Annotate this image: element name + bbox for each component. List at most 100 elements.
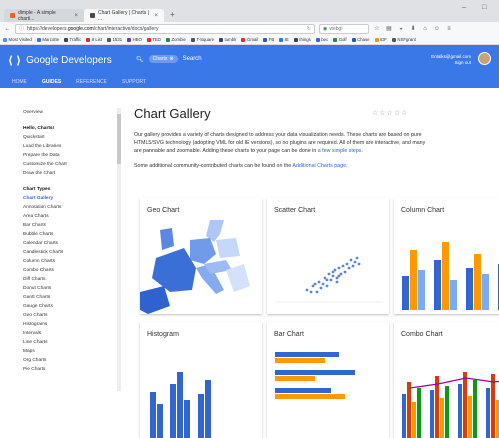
home-icon[interactable]: ⌂ (421, 26, 429, 32)
combo-bar (435, 376, 439, 438)
dimple-favicon-icon (10, 13, 15, 18)
sidebar-item[interactable]: Gantt Charts (18, 293, 117, 302)
pocket-icon[interactable]: ◒ (397, 26, 405, 32)
nav-guides[interactable]: GUIDES (42, 79, 62, 90)
bar (275, 394, 345, 399)
bookmark-item[interactable]: 1531 (107, 37, 122, 42)
sidebar-item[interactable]: Bar Charts (18, 221, 117, 230)
sidebar-item[interactable]: Chart Gallery (18, 194, 117, 203)
sidebar-item[interactable]: Calendar Charts (18, 239, 117, 248)
sidebar-scrollbar[interactable] (117, 108, 121, 391)
scatter-chart-card[interactable]: Scatter Chart (267, 198, 389, 314)
bookmark-item[interactable]: Chase (351, 37, 370, 42)
bookmark-item[interactable]: 8 List (86, 37, 102, 42)
rating-stars[interactable]: ☆☆☆☆☆ (372, 109, 408, 117)
browser-search-box[interactable]: ◉ webgi (319, 23, 369, 34)
bookmark-item[interactable]: Gmail (241, 37, 258, 42)
nav-home[interactable]: HOME (12, 79, 27, 90)
bar-chart-card[interactable]: Bar Chart (267, 322, 389, 438)
bookmark-item[interactable]: NSFgrant (391, 37, 416, 42)
sidebar-item[interactable]: Candlestick Charts (18, 248, 117, 257)
sidebar-item[interactable]: Maps (18, 347, 117, 356)
simple-steps-link[interactable]: a few simple steps (318, 148, 362, 154)
bookmark-item[interactable]: TED (146, 37, 161, 42)
sidebar-item[interactable]: Geo Charts (18, 311, 117, 320)
sync-icon[interactable]: ☺ (433, 26, 441, 32)
bookmark-item[interactable]: Golf (333, 37, 347, 42)
sidebar-item[interactable]: Area Charts (18, 212, 117, 221)
bar (275, 376, 315, 381)
scatter-point (313, 282, 317, 286)
nav-reference[interactable]: REFERENCE (76, 79, 107, 90)
sidebar-item[interactable]: Annotation Charts (18, 203, 117, 212)
sign-out-link[interactable]: Sign out (431, 60, 471, 66)
sidebar-item[interactable]: Draw the Chart (18, 169, 117, 178)
sidebar-item[interactable]: Org Charts (18, 356, 117, 365)
chip-close-icon[interactable]: ⊗ (169, 56, 173, 62)
scatter-point (323, 276, 327, 280)
bookmark-item[interactable]: bec (315, 37, 328, 42)
scrollbar-thumb[interactable] (117, 114, 121, 164)
browser-tab-dimple[interactable]: dimple - A simple charti... × (4, 9, 84, 22)
column-chart-card[interactable]: Column Chart (394, 198, 499, 314)
sidebar-item[interactable]: Column Charts (18, 257, 117, 266)
bookmark-item[interactable]: T-Square (190, 37, 214, 42)
sidebar-item[interactable]: Quickstart (18, 133, 117, 142)
close-tab-icon[interactable]: × (154, 13, 158, 19)
bookmark-item[interactable]: Traffic (64, 37, 81, 42)
google-developers-logo[interactable]: ⟨ ⟩ Google Developers (8, 54, 112, 67)
bookmark-item[interactable]: Zombie (166, 37, 186, 42)
geo-chart-card[interactable]: Geo Chart (140, 198, 262, 314)
additional-charts-link[interactable]: Additional Charts page (292, 163, 346, 169)
sidebar-item[interactable]: Customize the Chart (18, 160, 117, 169)
sidebar-item[interactable]: Pie Charts (18, 365, 117, 374)
sidebar-item[interactable]: Line Charts (18, 338, 117, 347)
scatter-point (335, 280, 339, 284)
bookmark-item[interactable]: HBO (127, 37, 142, 42)
download-icon[interactable]: ⬇ (409, 25, 417, 32)
column-bar (410, 250, 417, 310)
sidebar-item[interactable]: Histograms (18, 320, 117, 329)
menu-icon[interactable]: ≡ (445, 26, 453, 32)
column-bar (418, 270, 425, 310)
maximize-window-button[interactable]: □ (482, 4, 486, 11)
bookmark-label: 1531 (112, 37, 123, 42)
info-icon[interactable]: ⓘ (19, 25, 24, 32)
bookmark-favicon-icon (107, 37, 112, 42)
reload-icon[interactable]: ↻ (307, 26, 311, 32)
bookmark-item[interactable]: tumblr (219, 37, 236, 42)
address-bar[interactable]: ⓘ https://developers.google.com/chart/in… (15, 23, 315, 34)
scatter-point (309, 290, 313, 294)
sidebar-item[interactable]: Combo Charts (18, 266, 117, 275)
developers-brackets-icon: ⟨ ⟩ (8, 55, 22, 67)
new-tab-button[interactable]: + (170, 10, 175, 19)
sidebar-item[interactable]: Prepare the Data (18, 151, 117, 160)
bookmark-item[interactable]: Most Visited (3, 37, 32, 42)
sidebar-item[interactable]: Bubble Charts (18, 230, 117, 239)
search-scope-chip[interactable]: Charts ⊗ (148, 55, 178, 63)
histogram-card[interactable]: Histogram (140, 322, 262, 438)
combo-chart-card[interactable]: Combo Chart (394, 322, 499, 438)
sidebar-item[interactable]: Donut Charts (18, 284, 117, 293)
close-tab-icon[interactable]: × (74, 13, 78, 19)
sidebar-item[interactable]: Diff Charts (18, 275, 117, 284)
sidebar-item[interactable]: Gauge Charts (18, 302, 117, 311)
sidebar-item[interactable]: Overview (18, 108, 117, 117)
sidebar-item[interactable]: Intervals (18, 329, 117, 338)
bookmark-item[interactable]: IE (279, 37, 289, 42)
minimize-window-button[interactable]: – (462, 4, 466, 11)
nav-support[interactable]: SUPPORT (122, 79, 146, 90)
bookmark-item[interactable]: things (293, 37, 311, 42)
bookmark-star-icon[interactable]: ☆ (373, 25, 381, 32)
sidebar-item[interactable]: Load the Libraries (18, 142, 117, 151)
bookmark-item[interactable]: Marcotte (36, 37, 59, 42)
bookmark-item[interactable]: FB (263, 37, 274, 42)
back-arrow-icon[interactable]: ← (4, 26, 11, 32)
avatar[interactable] (478, 52, 491, 65)
reading-list-icon[interactable]: ▤ (385, 25, 393, 32)
site-search[interactable]: 🔍︎ Charts ⊗ Search (136, 55, 202, 63)
scatter-point (331, 274, 335, 278)
bookmark-item[interactable]: IDF (374, 37, 387, 42)
browser-tab-chart-gallery[interactable]: Chart Gallery | Charts | ... × (84, 9, 164, 22)
bookmark-favicon-icon (315, 37, 320, 42)
